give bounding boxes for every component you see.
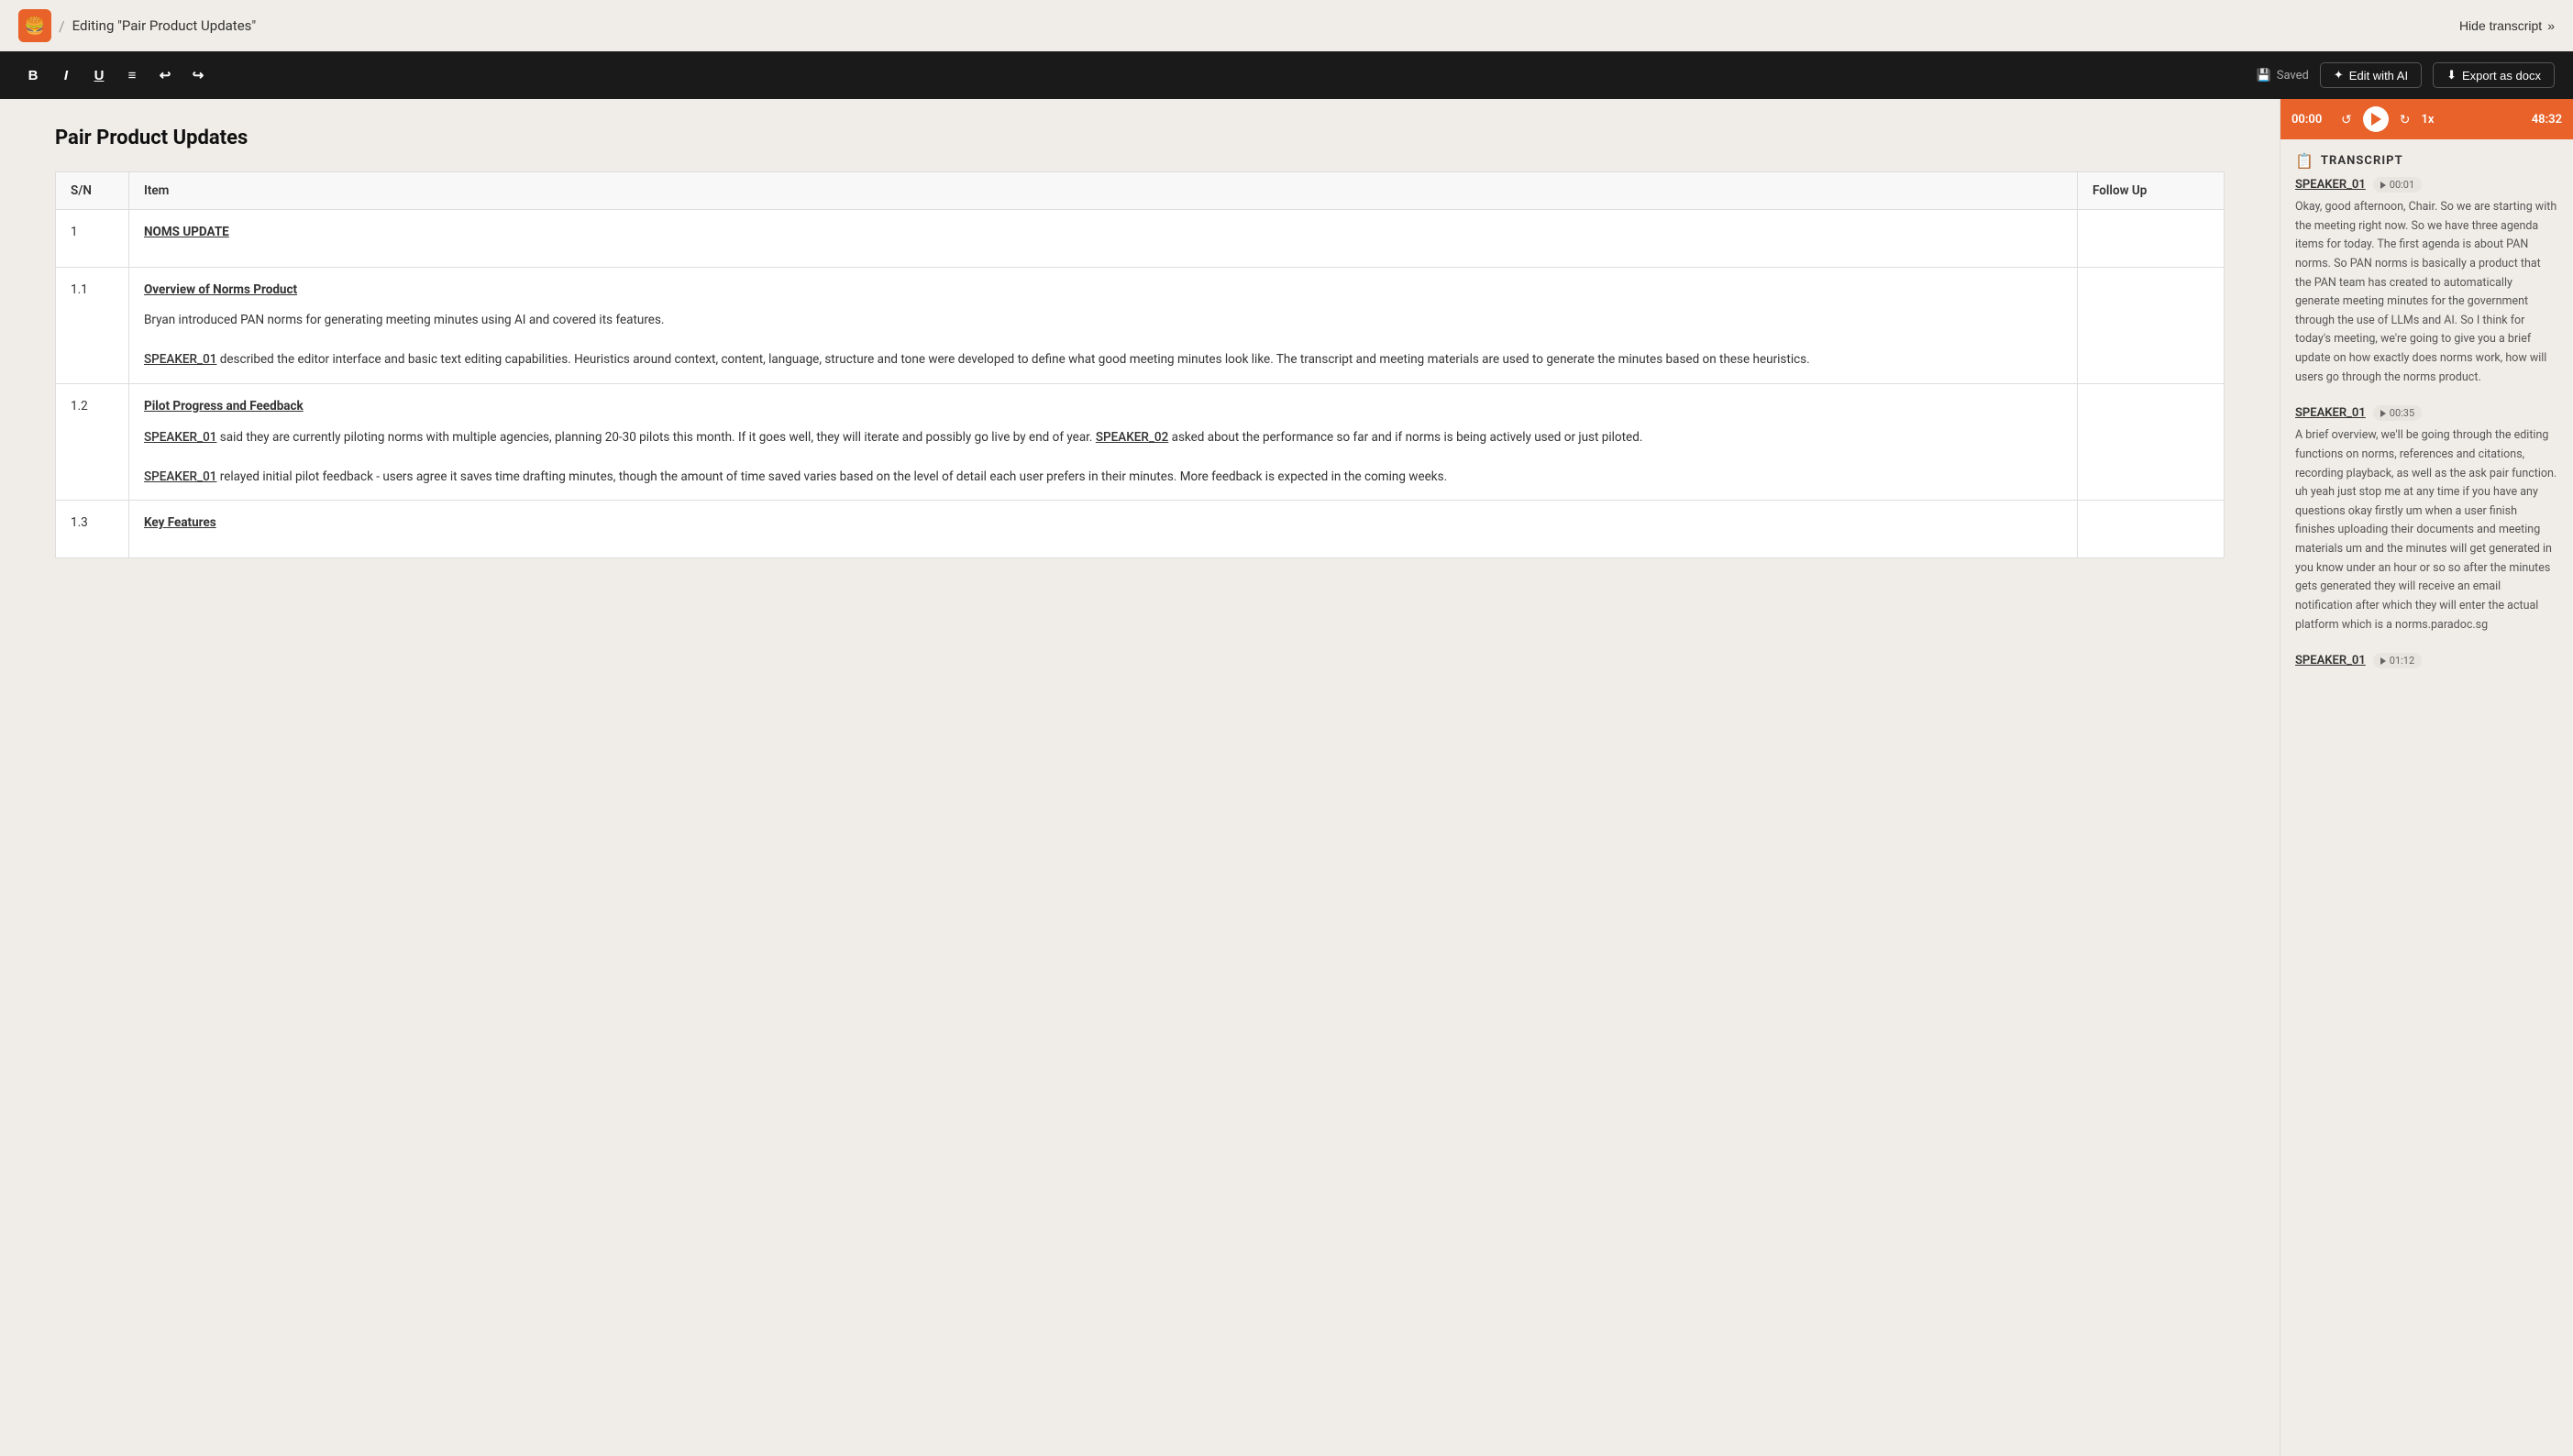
table-row: 1.1 Overview of Norms Product Bryan intr…	[56, 267, 2225, 383]
speaker-name[interactable]: SPEAKER_01	[2295, 654, 2366, 667]
item-para-1: Bryan introduced PAN norms for generatin…	[144, 311, 2062, 331]
logo-icon[interactable]: 🍔	[18, 9, 51, 42]
transcript-segment: SPEAKER_01 00:35 A brief overview, we'll…	[2295, 405, 2558, 634]
saved-status: 💾 Saved	[2257, 69, 2309, 83]
breadcrumb-sep: /	[59, 17, 65, 35]
saved-icon: 💾	[2257, 69, 2271, 83]
cell-followup	[2078, 267, 2225, 383]
edit-ai-icon: ✦	[2334, 68, 2344, 83]
timestamp-badge[interactable]: 00:01	[2373, 177, 2422, 193]
document-title: Pair Product Updates	[55, 127, 2225, 149]
item-title: Overview of Norms Product	[144, 281, 2062, 301]
timestamp-play-icon	[2380, 182, 2386, 189]
timestamp-badge[interactable]: 01:12	[2373, 653, 2422, 668]
cell-item[interactable]: Overview of Norms Product Bryan introduc…	[129, 267, 2078, 383]
table-row: 1.2 Pilot Progress and Feedback SPEAKER_…	[56, 383, 2225, 500]
minutes-table: S/N Item Follow Up 1 NOMS UPDATE 1.1	[55, 171, 2225, 558]
table-row: 1.3 Key Features	[56, 501, 2225, 558]
segment-text: A brief overview, we'll be going through…	[2295, 426, 2558, 634]
current-time: 00:00	[2291, 113, 2330, 127]
total-time: 48:32	[2532, 113, 2562, 127]
transcript-body[interactable]: SPEAKER_01 00:01 Okay, good afternoon, C…	[2280, 177, 2573, 1456]
transcript-title: TRANSCRIPT	[2321, 154, 2403, 168]
col-header-sn: S/N	[56, 172, 129, 210]
redo-button[interactable]: ↪	[183, 61, 213, 89]
transcript-segment: SPEAKER_01 01:12	[2295, 653, 2558, 668]
cell-item[interactable]: NOMS UPDATE	[129, 210, 2078, 268]
cell-sn: 1.1	[56, 267, 129, 383]
segment-header: SPEAKER_01 00:35	[2295, 405, 2558, 421]
rewind-button[interactable]: ↺	[2339, 110, 2354, 129]
item-title: Key Features	[144, 513, 2062, 534]
cell-followup	[2078, 501, 2225, 558]
bold-button[interactable]: B	[18, 62, 48, 89]
speaker-name[interactable]: SPEAKER_01	[2295, 406, 2366, 420]
edit-with-ai-button[interactable]: ✦ Edit with AI	[2320, 62, 2422, 88]
cell-sn: 1.3	[56, 501, 129, 558]
cell-sn: 1	[56, 210, 129, 268]
main-layout: Pair Product Updates S/N Item Follow Up …	[0, 99, 2573, 1456]
item-para-2: SPEAKER_01 described the editor interfac…	[144, 350, 2062, 370]
item-title: NOMS UPDATE	[144, 223, 2062, 243]
export-docx-button[interactable]: ⬇ Export as docx	[2433, 62, 2555, 88]
hide-transcript-button[interactable]: Hide transcript »	[2459, 18, 2555, 33]
speaker-name[interactable]: SPEAKER_01	[2295, 178, 2366, 192]
timestamp-value: 00:01	[2390, 179, 2414, 191]
speaker-link[interactable]: SPEAKER_01	[144, 352, 216, 367]
item-para-1: SPEAKER_01 said they are currently pilot…	[144, 428, 2062, 448]
transcript-segment: SPEAKER_01 00:01 Okay, good afternoon, C…	[2295, 177, 2558, 387]
cell-sn: 1.2	[56, 383, 129, 500]
segment-text: Okay, good afternoon, Chair. So we are s…	[2295, 198, 2558, 387]
col-header-followup: Follow Up	[2078, 172, 2225, 210]
play-icon	[2371, 113, 2381, 126]
speaker-link[interactable]: SPEAKER_01	[144, 469, 216, 484]
timestamp-value: 01:12	[2390, 655, 2414, 667]
underline-button[interactable]: U	[84, 62, 114, 89]
timestamp-value: 00:35	[2390, 407, 2414, 419]
speaker-link[interactable]: SPEAKER_01	[144, 430, 216, 445]
cell-followup	[2078, 383, 2225, 500]
player-bar: 00:00 ↺ ↻ 1x 48:32	[2280, 99, 2573, 139]
col-header-item: Item	[129, 172, 2078, 210]
table-header-row: S/N Item Follow Up	[56, 172, 2225, 210]
segment-header: SPEAKER_01 01:12	[2295, 653, 2558, 668]
transcript-panel: 00:00 ↺ ↻ 1x 48:32 📋 TRANSCRIPT SPEAKER_…	[2280, 99, 2573, 1456]
cell-item[interactable]: Key Features	[129, 501, 2078, 558]
item-title: Pilot Progress and Feedback	[144, 397, 2062, 417]
speaker-link[interactable]: SPEAKER_02	[1096, 430, 1168, 445]
fast-forward-button[interactable]: ↻	[2398, 110, 2413, 129]
transcript-header: 📋 TRANSCRIPT	[2280, 139, 2573, 177]
table-row: 1 NOMS UPDATE	[56, 210, 2225, 268]
cell-item[interactable]: Pilot Progress and Feedback SPEAKER_01 s…	[129, 383, 2078, 500]
play-button[interactable]	[2363, 106, 2389, 132]
timestamp-play-icon	[2380, 410, 2386, 417]
item-para-2: SPEAKER_01 relayed initial pilot feedbac…	[144, 468, 2062, 488]
timestamp-badge[interactable]: 00:35	[2373, 405, 2422, 421]
undo-button[interactable]: ↩	[150, 61, 180, 89]
timestamp-play-icon	[2380, 657, 2386, 665]
top-nav: 🍔 / Editing "Pair Product Updates" Hide …	[0, 0, 2573, 51]
toolbar: B I U ≡ ↩ ↪ 💾 Saved ✦ Edit with AI ⬇ Exp…	[0, 51, 2573, 99]
export-icon: ⬇	[2446, 68, 2457, 83]
doc-title: Editing "Pair Product Updates"	[72, 17, 257, 34]
italic-button[interactable]: I	[51, 62, 81, 89]
segment-header: SPEAKER_01 00:01	[2295, 177, 2558, 193]
transcript-icon: 📋	[2295, 152, 2313, 170]
nav-left: 🍔 / Editing "Pair Product Updates"	[18, 9, 256, 42]
list-button[interactable]: ≡	[117, 62, 147, 89]
cell-followup	[2078, 210, 2225, 268]
editor-area[interactable]: Pair Product Updates S/N Item Follow Up …	[0, 99, 2280, 1456]
speed-label[interactable]: 1x	[2421, 113, 2434, 127]
